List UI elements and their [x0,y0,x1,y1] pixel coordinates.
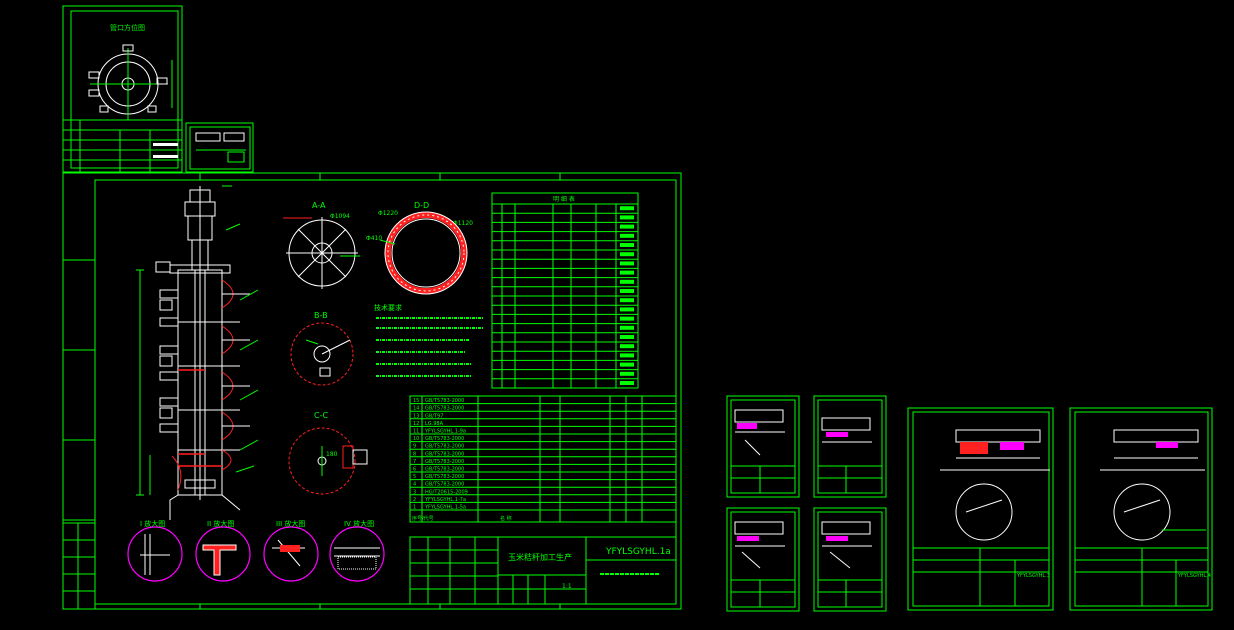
nozzle-table-cell-mark [620,298,634,303]
title-block[interactable]: 玉米秸秆加工生产 YFYLSGYHL.1a 1:1 [409,536,677,605]
parts-list-rows: 15 GB/T5783-200014 GB/T5783-200013 GB/T9712… [410,398,676,511]
sheet5-code: YFYLSGYHL.3 [1016,573,1050,579]
parts-row-code: YFYLSGYHL.1-5a [424,505,466,511]
dim-1094: Φ1094 [330,213,350,220]
parts-row-code: GB/T5783-2000 [425,406,464,412]
detail-views[interactable]: I 放大图 II 放大图 III 放大图 IV 放大图 [127,519,385,582]
detail-sheet-2[interactable] [813,395,887,498]
parts-row-number: 4 [413,482,416,488]
parts-row-number: 10 [413,436,419,442]
nozzle-table-cell-mark [620,316,634,321]
parts-row-number: 12 [413,421,419,427]
sheet-title-text: 管口方位图 [110,23,145,32]
parts-row-number: 5 [413,474,416,480]
section-b-b[interactable]: B-B [290,311,354,386]
nozzle-table-cell-mark [620,335,634,339]
parts-row-number: 11 [413,429,419,435]
parts-header-no: 序号/代号 [412,515,434,522]
nozzle-table-cell-mark [620,233,634,238]
sheet-small-detail[interactable] [185,122,254,173]
nozzle-table-cell-mark [620,261,634,266]
section-a-a[interactable]: A-A Φ1094 [283,201,360,289]
parts-row-number: 3 [413,489,416,495]
parts-row-code: GB/T5783-2000 [425,459,464,465]
drawing-title: 玉米秸秆加工生产 [508,552,572,562]
section-label-c-c: C-C [314,411,328,420]
parts-row-code: GB/T97 [425,413,443,419]
nozzle-table-cell-mark [620,362,634,367]
parts-row-code: YFYLSGYHL.1-7a [424,497,466,503]
section-label-a-a: A-A [312,201,326,210]
parts-row-number: 6 [413,467,416,473]
nozzle-table-cell-mark [620,252,634,257]
tower-trays [178,321,240,467]
parts-row-code: GB/T5783-2000 [425,436,464,442]
nozzle-table-cell-mark [620,371,634,376]
nozzle-table-cell-mark [620,206,634,211]
section-label-b-b: B-B [314,311,328,320]
parts-row-number: 14 [413,406,419,412]
dim-1220: Φ1220 [378,210,398,217]
dim-180: 180 [326,451,338,458]
section-d-d[interactable]: D-D Φ1220 Φ1120 Φ410 [366,201,473,295]
cad-drawing-canvas[interactable]: 管口方位图 A-A Φ1094 D-D Φ1220 Φ1120 Φ410 B-B… [0,0,1234,630]
parts-row-number: 9 [413,444,416,450]
sheet6-code: YFYLSGYHL.4 [1177,573,1211,579]
notes-heading: 技术要求 [374,303,402,312]
nozzle-table-cell-mark [620,353,634,358]
nozzle-table-cell-mark [620,243,634,247]
dim-410: Φ410 [366,235,382,242]
detail-sheet-4[interactable] [813,507,887,612]
nozzle-table-cell-mark [620,289,634,293]
technical-notes[interactable]: 技术要求 [374,303,484,377]
nozzle-table-cell-mark [620,215,634,220]
detail-sheet-3[interactable] [726,507,800,612]
section-c-c[interactable]: C-C 180 [288,411,368,495]
parts-row-number: 2 [413,497,416,503]
parts-row-code: GB/T5783-2000 [425,444,464,450]
nozzle-table-cell-mark [620,344,634,349]
drawing-scale: 1:1 [562,583,572,590]
tower-left-nozzles [155,261,179,433]
left-stamp-boxes [62,522,96,610]
parts-row-code: GB/T5783-2000 [425,474,464,480]
tower-column-elevation[interactable] [136,185,259,520]
parts-row-number: 7 [413,459,416,465]
parts-row-number: 13 [413,413,419,419]
parts-list-heading: 明 细 表 [553,195,575,203]
parts-row-code: GB/T5783-2000 [425,398,464,404]
parts-row-code: GB/T5783-2000 [425,482,464,488]
sheet-nozzle-orientation[interactable]: 管口方位图 [62,5,183,173]
sheet-zone-ticks [63,173,561,609]
nozzle-table-cell-mark [620,279,634,284]
drawing-number: YFYLSGYHL.1a [605,547,671,557]
parts-row-number: 8 [413,451,416,457]
tower-right-hatches [221,279,250,471]
parts-row-code: GB/T5783-2000 [425,451,464,457]
parts-row-code: LG.98A [425,421,444,427]
parts-row-number: 15 [413,398,419,404]
detail-sheet-5[interactable]: YFYLSGYHL.3 [907,407,1054,611]
parts-row-code: YFYLSGYHL.1-9a [424,429,466,435]
detail-sheet-1[interactable] [726,395,800,498]
nozzle-table-cell-mark [620,325,634,330]
nozzle-table-cell-mark [620,270,634,275]
parts-row-code: HG/T20615-2009 [425,489,468,495]
detail-sheet-6[interactable]: YFYLSGYHL.4 [1069,407,1213,611]
parts-row-code: GB/T5783-2000 [425,467,464,473]
nozzle-table-cell-mark [620,381,634,385]
parts-row-number: 1 [413,505,416,511]
nozzle-table[interactable]: 明 细 表 [491,192,639,389]
section-label-d-d: D-D [414,201,429,210]
parts-header-name: 名 称 [500,515,512,522]
nozzle-table-cell-mark [620,307,634,312]
parts-list-table[interactable]: 15 GB/T5783-200014 GB/T5783-200013 GB/T9712… [409,395,677,523]
nozzle-table-cell-mark [620,224,634,229]
